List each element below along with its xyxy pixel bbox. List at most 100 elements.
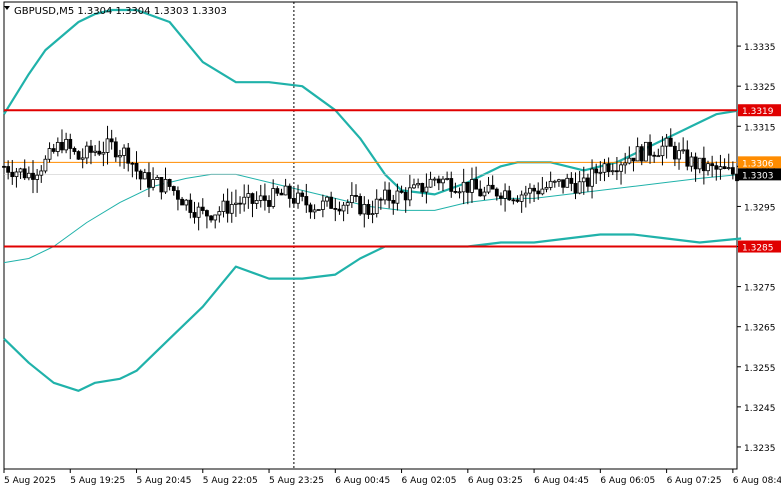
chart-title: GBPUSD,M5 1.3304 1.3304 1.3303 1.3303: [14, 6, 227, 17]
candle-body: [391, 199, 396, 204]
candle-body: [407, 187, 412, 201]
x-tick-label: 5 Aug 23:25: [269, 476, 324, 486]
candle-body: [221, 200, 226, 212]
candle-body: [329, 196, 334, 209]
y-tick-label: 1.3235: [744, 444, 776, 454]
candle-body: [304, 196, 309, 206]
candle-body: [97, 150, 102, 155]
candle-body: [250, 193, 255, 204]
candle-body: [486, 184, 491, 193]
candle-body: [643, 141, 648, 162]
candle-body: [279, 192, 284, 196]
candle-body: [101, 152, 106, 155]
candle-body: [677, 150, 681, 160]
candle-body: [68, 138, 73, 149]
candle-body: [31, 172, 35, 180]
candle-body: [349, 195, 354, 203]
candle-body: [89, 145, 93, 153]
candle-body: [693, 156, 698, 170]
candle-body: [482, 191, 487, 197]
candle-body: [76, 151, 81, 160]
candle-body: [254, 200, 259, 204]
candle-body: [569, 177, 574, 184]
candle-body: [453, 190, 458, 193]
candle-body: [668, 137, 673, 147]
level-label: 1.3285: [742, 244, 774, 254]
candle-body: [64, 138, 69, 151]
candle-body: [333, 208, 338, 210]
candle-body: [312, 209, 317, 213]
candle-body: [167, 179, 172, 187]
candle-body: [109, 138, 114, 143]
candle-body: [171, 186, 176, 192]
candle-body: [387, 189, 392, 201]
candle-body: [639, 146, 644, 162]
candle-body: [345, 202, 350, 206]
candle-body: [6, 166, 11, 173]
candle-body: [395, 190, 400, 204]
candle-body: [565, 177, 570, 188]
candle-body: [722, 166, 727, 169]
candle-body: [428, 178, 433, 188]
candle-body: [287, 185, 292, 199]
candle-body: [689, 156, 694, 167]
candle-body: [22, 168, 27, 179]
candle-body: [47, 148, 52, 160]
candle-body: [548, 180, 553, 188]
candle-body: [511, 199, 516, 202]
candle-body: [499, 195, 503, 199]
candle-body: [308, 204, 313, 213]
candle-body: [370, 213, 375, 215]
candle-body: [358, 195, 363, 215]
candle-body: [701, 157, 706, 172]
candle-body: [134, 163, 139, 172]
candle-body: [80, 157, 85, 160]
candle-body: [523, 192, 528, 196]
y-tick-label: 1.3275: [744, 284, 776, 294]
candle-body: [598, 171, 603, 174]
level-label: 1.3319: [742, 107, 774, 117]
candle-body: [528, 187, 532, 194]
candle-body: [258, 195, 263, 201]
x-tick-label: 6 Aug 08:45: [733, 476, 781, 486]
candle-body: [412, 184, 416, 189]
candle-body: [60, 141, 64, 151]
candle-body: [39, 170, 44, 176]
candle-body: [18, 168, 23, 173]
candle-body: [710, 163, 715, 167]
candle-body: [461, 181, 466, 193]
current-price-label: 1.3303: [742, 171, 774, 181]
candle-body: [594, 168, 599, 174]
candle-body: [449, 178, 454, 192]
candle-body: [2, 165, 6, 168]
candle-body: [163, 179, 168, 193]
candle-body: [383, 189, 387, 201]
candle-body: [503, 190, 507, 199]
candle-body: [445, 178, 450, 180]
candle-body: [55, 141, 60, 152]
candle-body: [84, 145, 89, 159]
candle-body: [105, 138, 110, 153]
candle-body: [532, 187, 536, 192]
x-tick-label: 5 Aug 19:25: [70, 476, 125, 486]
candle-body: [205, 210, 209, 217]
candle-body: [470, 179, 474, 193]
candle-body: [300, 192, 305, 197]
candle-body: [159, 177, 164, 193]
candle-body: [424, 186, 429, 193]
x-tick-label: 6 Aug 00:45: [335, 476, 390, 486]
x-tick-label: 5 Aug 22:05: [203, 476, 258, 486]
candle-body: [457, 191, 462, 194]
candle-body: [441, 178, 445, 184]
candle-body: [262, 195, 267, 201]
y-tick-label: 1.3245: [744, 404, 776, 414]
candle-body: [465, 181, 470, 193]
candle-body: [660, 145, 665, 157]
candle-body: [147, 172, 151, 188]
candle-body: [718, 166, 723, 170]
candle-body: [652, 154, 657, 157]
candle-body: [474, 179, 479, 190]
candle-body: [420, 182, 425, 193]
candle-body: [142, 172, 147, 180]
candle-body: [209, 215, 213, 221]
